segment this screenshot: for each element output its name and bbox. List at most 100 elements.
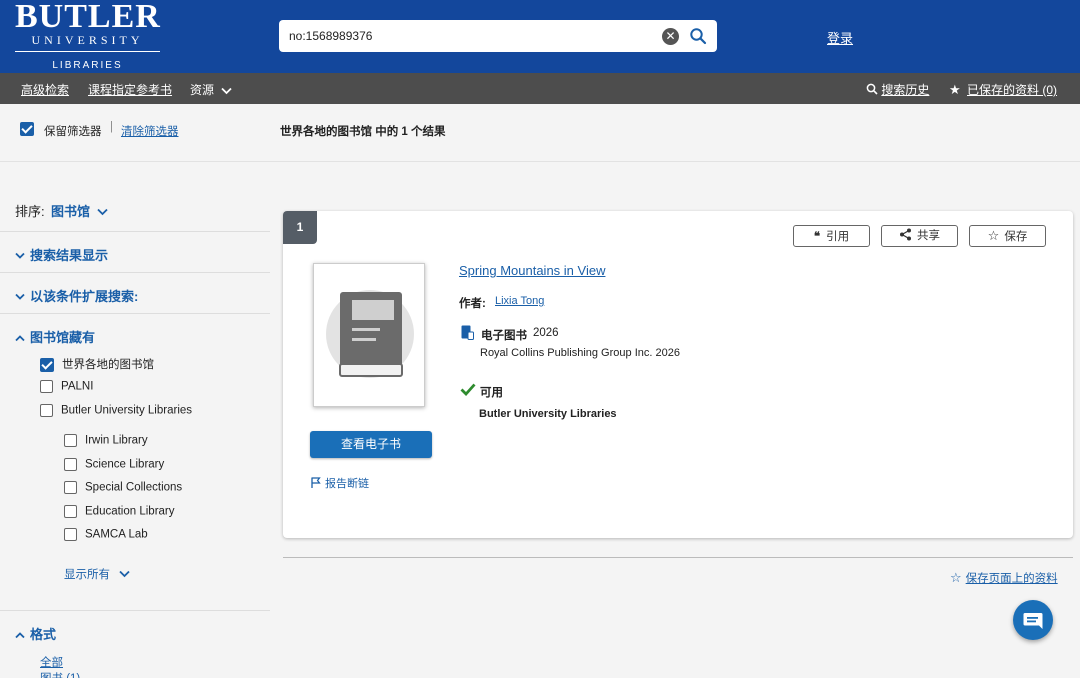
book-cover-placeholder — [313, 263, 425, 407]
facet-checkbox[interactable] — [64, 505, 77, 518]
publication-year: 2026 — [533, 327, 559, 339]
availability-status: 可用 — [480, 387, 503, 399]
filter-strip: 保留筛选器 | 清除筛选器 世界各地的图书馆 中的 1 个结果 — [0, 104, 1080, 162]
facet-label: 世界各地的图书馆 — [62, 359, 154, 371]
facet-library-palni[interactable]: PALNI — [40, 380, 93, 393]
sort-label: 排序: — [15, 204, 45, 219]
view-ebook-button[interactable]: 查看电子书 — [310, 431, 432, 458]
save-label: 保存 — [1004, 231, 1028, 243]
ebook-format-icon — [461, 325, 474, 340]
facet-label: Education Library — [85, 505, 175, 518]
share-icon — [900, 228, 911, 241]
facet-checkbox[interactable] — [40, 404, 53, 417]
chevron-up-icon — [15, 335, 25, 342]
report-broken-link[interactable]: 报告断链 — [311, 475, 369, 491]
result-title-link[interactable]: Spring Mountains in View — [459, 263, 605, 278]
search-icon[interactable] — [689, 27, 707, 45]
clear-filters-link[interactable]: 清除筛选器 — [121, 123, 179, 139]
facet-checkbox[interactable] — [40, 380, 53, 393]
flag-icon — [311, 477, 321, 488]
chevron-down-icon — [97, 208, 108, 216]
expand-section[interactable]: 以该条件扩展搜索: — [0, 273, 270, 314]
facet-library-butler[interactable]: Butler University Libraries — [40, 404, 192, 417]
sort-value: 图书馆 — [51, 204, 91, 219]
report-label: 报告断链 — [325, 478, 369, 490]
display-label: 搜索结果显示 — [30, 248, 109, 263]
format-books-link[interactable]: 图书 (1) — [40, 670, 80, 678]
nav-course-reserves[interactable]: 课程指定参考书 — [88, 81, 172, 98]
search-box: ✕ — [279, 20, 717, 52]
holdings-section: 图书馆藏有 世界各地的图书馆 PALNI Butler University L… — [0, 314, 270, 611]
chevron-down-icon — [221, 87, 232, 95]
butler-logo[interactable]: BUTLER UNIVERSITY LIBRARIES — [15, 0, 160, 71]
sort-dropdown[interactable]: 图书馆 — [51, 201, 108, 220]
results-summary: 世界各地的图书馆 中的 1 个结果 — [280, 126, 446, 138]
search-icon — [866, 83, 878, 95]
keep-filters-label: 保留筛选器 — [44, 126, 102, 138]
share-label: 共享 — [917, 230, 940, 242]
result-card: 1 ❝ 引用 共享 ☆ 保存 查看电子书 报告断链 Spring Mountains… — [283, 211, 1073, 538]
display-section[interactable]: 搜索结果显示 — [0, 232, 270, 273]
author-link[interactable]: Lixia Tong — [495, 295, 544, 307]
facet-label: Irwin Library — [85, 434, 148, 447]
save-page-items-link[interactable]: ☆ 保存页面上的资料 — [950, 570, 1058, 586]
publisher-line: Royal Collins Publishing Group Inc. 2026 — [480, 347, 680, 359]
display-title: 搜索结果显示 — [15, 245, 108, 264]
search-history-label: 搜索历史 — [881, 83, 930, 97]
search-input[interactable] — [289, 20, 649, 52]
facet-sublibrary-irwin[interactable]: Irwin Library — [64, 434, 148, 447]
facet-label: Butler University Libraries — [61, 404, 193, 417]
facet-sublibrary-samca[interactable]: SAMCA Lab — [64, 528, 148, 541]
show-all-label: 显示所有 — [64, 569, 110, 581]
save-button[interactable]: ☆ 保存 — [969, 225, 1046, 247]
chevron-up-icon — [15, 632, 25, 639]
facet-sidebar: 排序: 图书馆 搜索结果显示 以该条件扩展搜索: 图书馆藏有 世界各地的图书馆 … — [0, 163, 270, 678]
facet-label: Science Library — [85, 458, 165, 471]
quote-icon: ❝ — [813, 229, 821, 243]
logo-libraries: LIBRARIES — [52, 60, 123, 71]
facet-label: Special Collections — [85, 481, 183, 494]
facet-checkbox[interactable] — [64, 458, 77, 471]
nav-advanced-search[interactable]: 高级检索 — [21, 81, 69, 98]
star-outline-icon: ☆ — [950, 570, 962, 585]
holdings-title[interactable]: 图书馆藏有 — [15, 327, 95, 346]
star-outline-icon: ☆ — [987, 228, 1000, 243]
nav-bar: 高级检索 课程指定参考书 资源 搜索历史 ★ 已保存的资料 (0) — [0, 73, 1080, 104]
login-link[interactable]: 登录 — [827, 28, 853, 47]
book-icon — [326, 290, 414, 378]
facet-checkbox[interactable] — [64, 434, 77, 447]
format-label: 格式 — [30, 627, 57, 642]
cite-button[interactable]: ❝ 引用 — [793, 225, 870, 247]
nav-search-history[interactable]: 搜索历史 — [866, 81, 929, 98]
holding-library: Butler University Libraries — [479, 408, 617, 420]
facet-sublibrary-science[interactable]: Science Library — [64, 458, 164, 471]
saved-items-label: 已保存的资料 (0) — [967, 83, 1058, 97]
facet-checkbox[interactable] — [64, 481, 77, 494]
nav-resources-menu[interactable]: 资源 — [190, 81, 232, 98]
facet-sublibrary-special[interactable]: Special Collections — [64, 481, 182, 494]
facet-checkbox[interactable] — [40, 357, 54, 372]
expand-title: 以该条件扩展搜索: — [15, 286, 138, 305]
facet-label: PALNI — [61, 380, 94, 393]
logo-rule — [15, 51, 160, 52]
share-button[interactable]: 共享 — [881, 225, 958, 247]
holdings-label: 图书馆藏有 — [30, 330, 96, 345]
facet-library-world[interactable]: 世界各地的图书馆 — [40, 356, 154, 372]
format-title[interactable]: 格式 — [15, 624, 56, 643]
top-header: BUTLER UNIVERSITY LIBRARIES ✕ 登录 — [0, 0, 1080, 73]
nav-saved-items[interactable]: ★ 已保存的资料 (0) — [949, 81, 1057, 98]
show-all-toggle[interactable]: 显示所有 — [64, 566, 130, 582]
nav-resources-label: 资源 — [190, 83, 215, 97]
format-all-link[interactable]: 全部 — [40, 654, 63, 670]
results-divider — [283, 557, 1073, 558]
checkmark-icon — [460, 383, 476, 396]
chat-button[interactable] — [1013, 600, 1053, 640]
result-number: 1 — [283, 211, 317, 244]
keep-filters-checkbox[interactable] — [20, 122, 34, 136]
star-icon: ★ — [949, 82, 961, 97]
facet-sublibrary-education[interactable]: Education Library — [64, 505, 175, 518]
facet-checkbox[interactable] — [64, 528, 77, 541]
clear-icon[interactable]: ✕ — [662, 28, 679, 45]
save-page-label: 保存页面上的资料 — [965, 573, 1058, 585]
facet-label: SAMCA Lab — [85, 528, 148, 541]
